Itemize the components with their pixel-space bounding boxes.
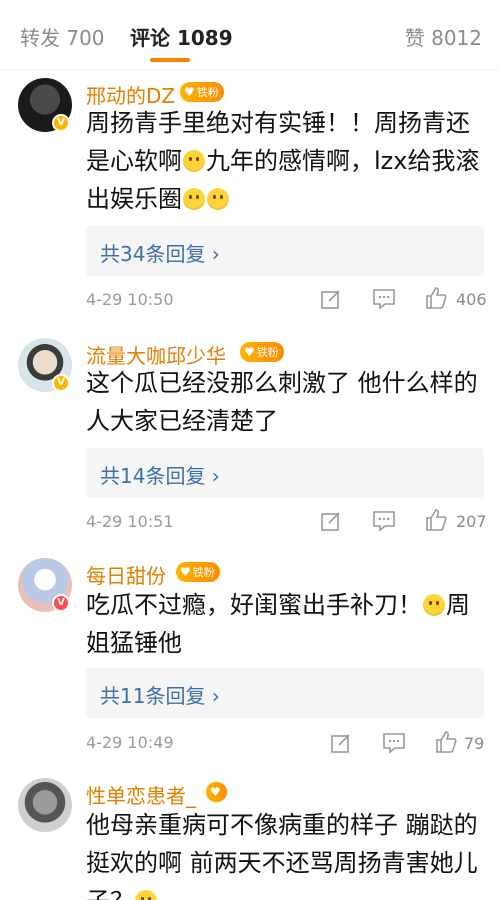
fan-badge-label: 铁粉 bbox=[256, 346, 279, 359]
like-count: 79 bbox=[464, 734, 485, 753]
comment-text-part: 他母亲重病可不像病重的样子 蹦跶的挺欢的啊 前两天不还骂周扬青害她儿子？ bbox=[86, 811, 478, 900]
v-verified-icon: V bbox=[52, 594, 70, 612]
replies-link[interactable]: 共34条回复 › bbox=[100, 238, 220, 267]
avatar[interactable] bbox=[18, 778, 72, 832]
thumbs-up-icon[interactable] bbox=[424, 286, 448, 314]
tab-likes[interactable]: 赞 8012 bbox=[405, 22, 482, 51]
v-verified-icon: V bbox=[52, 374, 70, 392]
username[interactable]: 每日甜份 bbox=[86, 560, 166, 589]
edit-icon[interactable] bbox=[320, 510, 342, 536]
like-count: 406 bbox=[456, 290, 487, 309]
comment-text-part: 这个瓜已经没那么刺激了 他什么样的人大家已经清楚了 bbox=[86, 369, 478, 435]
comment-icon[interactable] bbox=[372, 288, 396, 314]
comment-icon[interactable] bbox=[372, 510, 396, 536]
comment-time: 4-29 10:50 bbox=[86, 290, 174, 309]
heart-badge-icon: ♥ bbox=[210, 785, 221, 799]
fan-badge: ♥ 铁粉 bbox=[176, 562, 220, 582]
replies-box[interactable]: 共11条回复 › bbox=[86, 668, 484, 718]
comment-text: 这个瓜已经没那么刺激了 他什么样的人大家已经清楚了 bbox=[86, 364, 486, 440]
comment-text: 周扬青手里绝对有实锤！！周扬青还是心软啊 九年的感情啊，lzx给我滚出娱乐圈 bbox=[86, 104, 486, 218]
crying-emoji-icon bbox=[183, 150, 205, 172]
active-tab-indicator bbox=[150, 58, 190, 62]
comment-icon[interactable] bbox=[382, 732, 406, 758]
heart-badge-icon: ♥ bbox=[180, 565, 191, 579]
fan-badge-label: 铁粉 bbox=[196, 86, 219, 99]
smile-emoji-icon bbox=[207, 188, 229, 210]
comment-time: 4-29 10:49 bbox=[86, 733, 174, 752]
comment-time: 4-29 10:51 bbox=[86, 512, 174, 531]
replies-box[interactable]: 共34条回复 › bbox=[86, 226, 484, 276]
thumbs-up-icon[interactable] bbox=[434, 730, 458, 758]
heart-badge-icon: ♥ bbox=[244, 345, 255, 359]
comment-item: 性单恋患者_ ♥ 他母亲重病可不像病重的样子 蹦跶的挺欢的啊 前两天不还骂周扬青… bbox=[0, 768, 500, 900]
fan-badge: ♥ 铁粉 bbox=[240, 342, 284, 362]
comment-item: V 流量大咖邱少华 ♥ 铁粉 这个瓜已经没那么刺激了 他什么样的人大家已经清楚了 … bbox=[0, 330, 500, 548]
comment-text-part: 吃瓜不过瘾，好闺蜜出手补刀！ bbox=[86, 591, 422, 619]
like-count: 207 bbox=[456, 512, 487, 531]
emoji-icon bbox=[135, 890, 157, 900]
fan-badge-label: 铁粉 bbox=[192, 566, 215, 579]
fan-badge: ♥ bbox=[206, 782, 227, 802]
tab-comments[interactable]: 评论 1089 bbox=[130, 22, 233, 51]
comment-text: 吃瓜不过瘾，好闺蜜出手补刀！ 周姐猛锤他 bbox=[86, 586, 486, 662]
grin-emoji-icon bbox=[423, 594, 445, 616]
edit-icon[interactable] bbox=[320, 288, 342, 314]
replies-link[interactable]: 共14条回复 › bbox=[100, 460, 220, 489]
edit-icon[interactable] bbox=[330, 732, 352, 758]
username[interactable]: 性单恋患者_ bbox=[86, 780, 196, 809]
thumbs-up-icon[interactable] bbox=[424, 508, 448, 536]
smile-emoji-icon bbox=[183, 188, 205, 210]
comment-item: V 邢动的DZ ♥ 铁粉 周扬青手里绝对有实锤！！周扬青还是心软啊 九年的感情啊，l… bbox=[0, 70, 500, 330]
tab-repost[interactable]: 转发 700 bbox=[20, 22, 105, 51]
comment-text: 他母亲重病可不像病重的样子 蹦跶的挺欢的啊 前两天不还骂周扬青害她儿子？ bbox=[86, 806, 486, 900]
comment-item: V 每日甜份 ♥ 铁粉 吃瓜不过瘾，好闺蜜出手补刀！ 周姐猛锤他 共11条回复 › … bbox=[0, 548, 500, 768]
replies-link[interactable]: 共11条回复 › bbox=[100, 680, 220, 709]
heart-badge-icon: ♥ bbox=[184, 85, 195, 99]
comment-tabs: 转发 700 评论 1089 赞 8012 bbox=[0, 0, 500, 70]
replies-box[interactable]: 共14条回复 › bbox=[86, 448, 484, 498]
v-verified-icon: V bbox=[52, 114, 70, 132]
fan-badge: ♥ 铁粉 bbox=[180, 82, 224, 102]
